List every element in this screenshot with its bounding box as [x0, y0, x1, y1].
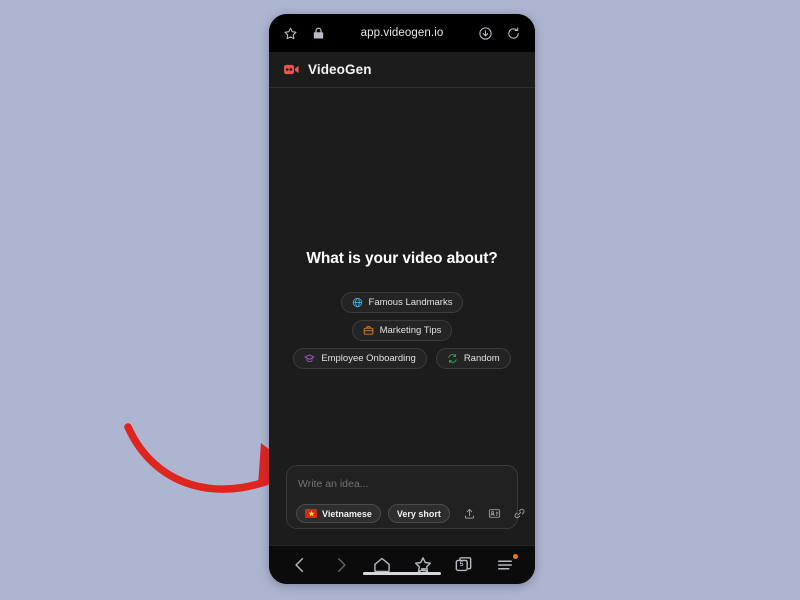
language-label: Vietnamese [322, 508, 372, 519]
chip-label: Famous Landmarks [368, 297, 453, 308]
upload-icon[interactable] [463, 507, 476, 520]
idea-input[interactable] [296, 478, 508, 490]
tab-count-label: 5 [459, 561, 464, 568]
link-icon[interactable] [513, 507, 526, 520]
app-header: VideoGen [269, 52, 535, 88]
app-title: VideoGen [308, 62, 372, 77]
forward-button[interactable] [331, 555, 351, 575]
download-icon[interactable] [478, 26, 493, 41]
shuffle-refresh-icon [447, 353, 458, 364]
url-text[interactable]: app.videogen.io [326, 27, 478, 39]
length-label: Very short [396, 508, 441, 519]
page-title: What is your video about? [306, 250, 498, 267]
length-selector-pill[interactable]: Very short [387, 504, 450, 523]
chip-label: Employee Onboarding [321, 353, 416, 364]
avatar-card-icon[interactable] [488, 507, 501, 520]
chip-label: Marketing Tips [379, 325, 442, 336]
briefcase-icon [363, 325, 374, 336]
chip-label: Random [463, 353, 500, 364]
video-camera-icon [283, 61, 300, 78]
globe-icon [352, 297, 363, 308]
browser-url-bar: app.videogen.io [269, 14, 535, 52]
bookmark-star-icon[interactable] [283, 26, 298, 41]
phone-device-frame: app.videogen.io VideoGen What is your vi… [269, 14, 535, 584]
menu-button[interactable] [495, 554, 518, 575]
chip-employee-onboarding[interactable]: Employee Onboarding [293, 348, 427, 369]
home-indicator[interactable] [363, 571, 441, 575]
app-main-content: What is your video about? Famous Landmar… [269, 88, 535, 557]
chip-random[interactable]: Random [435, 348, 511, 369]
chip-marketing-tips[interactable]: Marketing Tips [351, 320, 453, 341]
browser-bottom-nav: 5 [269, 545, 535, 584]
vietnam-flag-icon [305, 509, 317, 518]
back-button[interactable] [290, 555, 310, 575]
composer-tool-icons [463, 507, 526, 520]
browser-bar-left-icons [283, 26, 326, 41]
prompt-composer[interactable]: Vietnamese Very short [286, 465, 525, 529]
chip-famous-landmarks[interactable]: Famous Landmarks [340, 292, 464, 313]
menu-notification-badge [512, 554, 518, 559]
tabs-button[interactable]: 5 [454, 555, 474, 575]
graduation-cap-icon [304, 353, 315, 364]
lock-icon[interactable] [311, 26, 326, 41]
reload-icon[interactable] [506, 26, 521, 41]
suggestion-chip-group: Famous Landmarks Marketing Tips Employee… [286, 292, 518, 369]
web-app-viewport: VideoGen What is your video about? Famou… [269, 52, 535, 557]
composer-toolbar: Vietnamese Very short [296, 504, 525, 523]
browser-bar-right-icons [478, 26, 521, 41]
language-selector-pill[interactable]: Vietnamese [296, 504, 381, 523]
